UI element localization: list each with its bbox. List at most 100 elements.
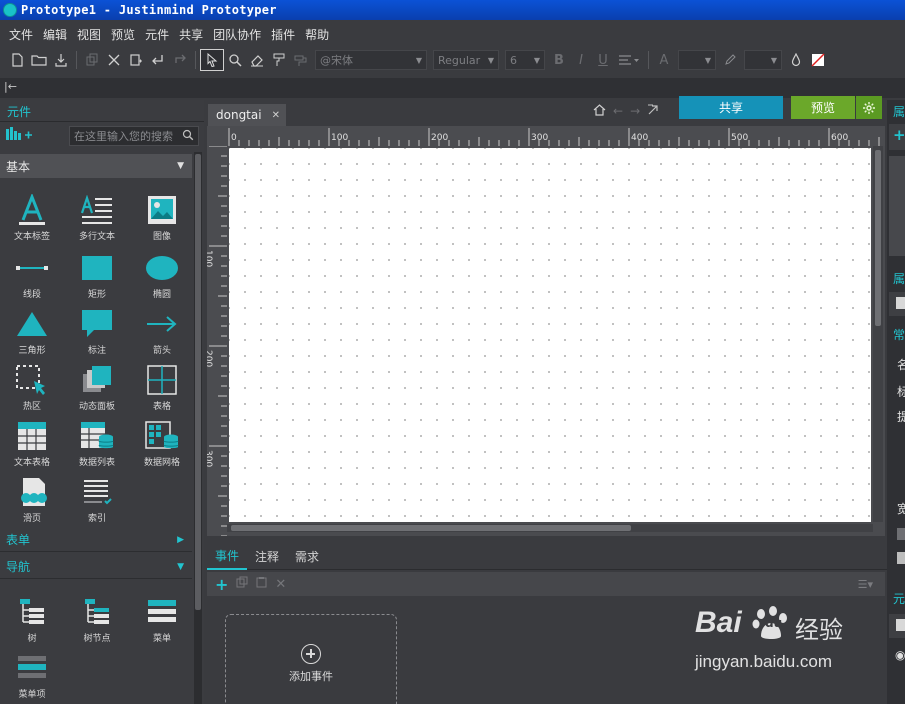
widget-arrow[interactable]: 箭头 [130, 306, 194, 362]
add-event-box[interactable]: 添加事件 [225, 614, 397, 704]
fill-color-icon[interactable] [785, 49, 807, 71]
format-painter-icon[interactable] [268, 49, 290, 71]
collapse-panel-icon[interactable]: |← [4, 80, 17, 93]
widget-image[interactable]: 图像 [130, 192, 194, 248]
widget-hotspot[interactable]: 热区 [0, 362, 64, 418]
scrollbar-thumb[interactable] [231, 525, 631, 531]
font-style-select[interactable]: Regular ▼ [433, 50, 499, 70]
widget-label: 菜单项 [18, 690, 46, 700]
home-icon[interactable] [593, 103, 606, 119]
new-file-icon[interactable] [6, 49, 28, 71]
menu-edit[interactable]: 编辑 [38, 26, 72, 43]
widget-text-label[interactable]: 文本标签 [0, 192, 64, 248]
widget-label: 索引 [87, 514, 106, 524]
canvas-horizontal-scrollbar[interactable] [227, 524, 873, 532]
page-icon[interactable] [896, 297, 905, 309]
preview-button[interactable]: 预览 [791, 96, 855, 119]
text-color-select[interactable]: ▼ [678, 50, 716, 70]
share-button[interactable]: 共享 [679, 96, 783, 119]
widget-table[interactable]: 表格 [130, 362, 194, 418]
gear-icon[interactable] [856, 96, 882, 119]
add-event-icon[interactable]: + [215, 575, 228, 594]
delete-event-icon[interactable]: ✕ [275, 577, 286, 592]
widgets-search-input[interactable]: 在这里输入您的搜索 [69, 126, 199, 146]
open-folder-icon[interactable] [28, 49, 50, 71]
canvas-vertical-scrollbar[interactable] [873, 146, 883, 522]
menu-share[interactable]: 共享 [174, 26, 208, 43]
widget-tree[interactable]: 树 [0, 594, 64, 650]
tab-events[interactable]: 事件 [207, 544, 248, 570]
category-nav[interactable]: 导航 ▼ [0, 555, 192, 579]
widget-menu[interactable]: 菜单 [130, 594, 194, 650]
zoom-icon[interactable] [224, 49, 246, 71]
checkbox[interactable] [897, 528, 905, 540]
menu-help[interactable]: 帮助 [300, 26, 334, 43]
text-table-icon [12, 418, 52, 454]
category-forms[interactable]: 表单 ▶ [0, 528, 192, 552]
scrollbar-thumb[interactable] [195, 154, 201, 610]
forward-arrow-icon[interactable]: → [630, 104, 640, 118]
underline-button[interactable]: U [592, 49, 614, 71]
document-tab[interactable]: dongtai ✕ [208, 104, 286, 126]
no-fill-icon[interactable] [807, 49, 829, 71]
back-arrow-icon[interactable]: ← [613, 104, 623, 118]
paste-event-icon[interactable] [256, 576, 267, 592]
undo-icon[interactable] [147, 49, 169, 71]
widget-label: 图像 [152, 232, 171, 242]
widget-dynamic-panel[interactable]: 动态面板 [65, 362, 129, 418]
expand-icon[interactable] [647, 104, 659, 119]
eye-icon[interactable]: ◉ [895, 648, 905, 662]
scrollbar-thumb[interactable] [875, 150, 881, 326]
copy-event-icon[interactable] [236, 576, 248, 592]
widget-multiline-text[interactable]: 多行文本 [65, 192, 129, 248]
line-style-select[interactable]: ▼ [744, 50, 782, 70]
widget-pagination[interactable]: 滑页 [0, 474, 64, 530]
menu-view[interactable]: 视图 [72, 26, 106, 43]
checkbox[interactable] [897, 552, 905, 564]
close-tab-icon[interactable]: ✕ [272, 110, 280, 121]
pencil-icon[interactable] [719, 49, 741, 71]
font-family-select[interactable]: @宋体 ▼ [315, 50, 427, 70]
widget-menu-item[interactable]: 菜单项 [0, 650, 64, 704]
widget-line[interactable]: 线段 [0, 250, 64, 306]
widget-data-list[interactable]: 数据列表 [65, 418, 129, 474]
widgets-scrollbar[interactable] [194, 152, 202, 704]
style-icon[interactable] [290, 49, 312, 71]
add-icon[interactable]: + [893, 126, 905, 144]
menu-team[interactable]: 团队协作 [208, 26, 266, 43]
menu-preview[interactable]: 预览 [106, 26, 140, 43]
tab-notes[interactable]: 注释 [247, 544, 287, 570]
widget-rectangle[interactable]: 矩形 [65, 250, 129, 306]
category-basic[interactable]: 基本 ▼ [0, 154, 192, 178]
menu-plugins[interactable]: 插件 [266, 26, 300, 43]
text-color-button[interactable]: A [653, 49, 675, 71]
library-add-icon[interactable] [5, 126, 55, 146]
menu-file[interactable]: 文件 [4, 26, 38, 43]
widget-ellipse[interactable]: 椭圆 [130, 250, 194, 306]
save-icon[interactable] [50, 49, 72, 71]
tab-requirements[interactable]: 需求 [287, 544, 327, 570]
widget-text-table[interactable]: 文本表格 [0, 418, 64, 474]
bold-button[interactable]: B [548, 49, 570, 71]
widget-label: 树节点 [83, 634, 111, 644]
align-icon[interactable] [614, 49, 644, 71]
copy-icon[interactable] [81, 49, 103, 71]
widget-data-grid[interactable]: 数据网格 [130, 418, 194, 474]
eraser-icon[interactable] [246, 49, 268, 71]
font-size-select[interactable]: 6 ▼ [505, 50, 545, 70]
page-icon[interactable] [896, 619, 905, 631]
widget-triangle[interactable]: 三角形 [0, 306, 64, 362]
widget-index[interactable]: 索引 [65, 474, 129, 530]
cut-icon[interactable] [103, 49, 125, 71]
paste-icon[interactable] [125, 49, 147, 71]
events-menu-icon[interactable]: ☰▾ [858, 578, 873, 591]
italic-button[interactable]: I [570, 49, 592, 71]
widget-callout[interactable]: 标注 [65, 306, 129, 362]
widget-tree-node[interactable]: 树节点 [65, 594, 129, 650]
toolbar-separator [195, 51, 196, 69]
multiline-text-icon [77, 192, 117, 228]
design-canvas[interactable] [229, 148, 871, 522]
select-pointer-icon[interactable] [200, 49, 224, 71]
menu-widgets[interactable]: 元件 [140, 26, 174, 43]
redo-icon[interactable] [169, 49, 191, 71]
